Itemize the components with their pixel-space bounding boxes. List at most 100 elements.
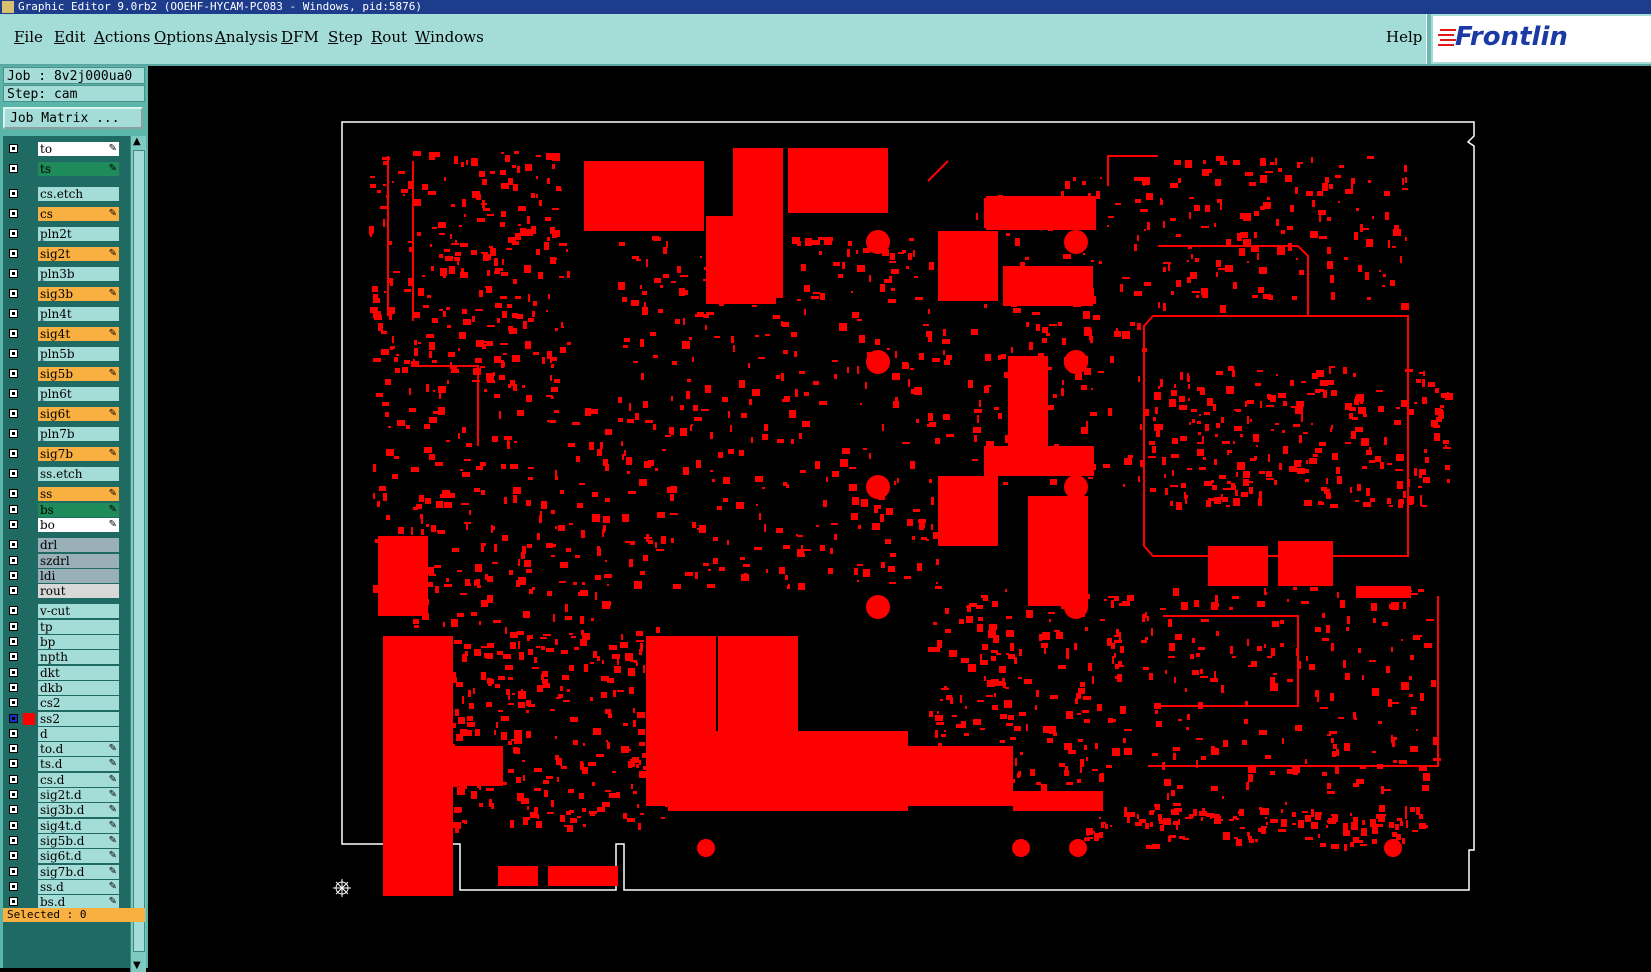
layer-checkbox[interactable] — [9, 652, 18, 662]
layer-row-bs[interactable]: bs ✎ — [3, 502, 130, 518]
layer-name[interactable]: cs2 — [38, 696, 119, 711]
layer-name[interactable]: bs.d ✎ — [38, 895, 119, 910]
layer-name[interactable]: ss.d ✎ — [38, 879, 119, 894]
layer-name[interactable]: cs.d ✎ — [38, 772, 119, 787]
layer-checkbox[interactable] — [9, 851, 18, 861]
layer-row-pln3b[interactable]: pln3b — [3, 267, 130, 282]
layer-name[interactable]: npth — [38, 650, 119, 665]
layer-checkbox[interactable] — [9, 429, 18, 438]
layer-row-sig4t-d[interactable]: sig4t.d ✎ — [3, 818, 130, 834]
layer-name[interactable]: sig4t.d ✎ — [38, 818, 119, 833]
layer-row-sig7b[interactable]: sig7b ✎ — [3, 447, 130, 462]
layer-name[interactable]: ts.d ✎ — [38, 757, 119, 772]
layer-name[interactable]: pln5b — [38, 347, 119, 361]
layer-row-dkb[interactable]: dkb — [3, 680, 130, 696]
layer-name[interactable]: sig7b ✎ — [38, 447, 119, 461]
layer-checkbox[interactable] — [9, 637, 18, 646]
layer-checkbox[interactable] — [9, 667, 18, 677]
pcb-board[interactable] — [148, 66, 1651, 968]
layer-row-pln2t[interactable]: pln2t — [3, 227, 130, 242]
layer-checkbox[interactable] — [9, 449, 18, 458]
layer-name[interactable]: sig5b ✎ — [38, 367, 119, 381]
layer-checkbox[interactable] — [9, 728, 18, 738]
layer-name[interactable]: sig4t ✎ — [38, 327, 119, 341]
layer-checkbox[interactable] — [9, 820, 18, 830]
layer-list-scrollbar[interactable]: ▲ ▼ — [130, 136, 146, 972]
layer-name[interactable]: drl — [38, 538, 119, 553]
layer-row-sig5b-d[interactable]: sig5b.d ✎ — [3, 833, 130, 849]
layer-checkbox[interactable] — [9, 249, 18, 258]
layer-name[interactable]: sig6t ✎ — [38, 407, 119, 421]
layer-name[interactable]: ts ✎ — [38, 162, 119, 176]
layer-row-sig5b[interactable]: sig5b ✎ — [3, 367, 130, 382]
layer-row-bp[interactable]: bp — [3, 635, 130, 650]
layer-name[interactable]: ss2 — [38, 711, 119, 726]
scroll-down-icon[interactable]: ▼ — [133, 961, 141, 971]
layer-name[interactable]: dkt — [38, 665, 119, 680]
menu-analysis[interactable]: Analysis — [215, 28, 278, 46]
layer-row-bo[interactable]: bo ✎ — [3, 517, 130, 533]
menu-windows[interactable]: Windows — [415, 28, 484, 46]
layer-row-dkt[interactable]: dkt — [3, 665, 130, 681]
layer-row-cs[interactable]: cs ✎ — [3, 207, 130, 222]
layer-checkbox[interactable] — [9, 606, 18, 616]
layer-row-ldi[interactable]: ldi — [3, 568, 130, 584]
layer-row-sig7b-d[interactable]: sig7b.d ✎ — [3, 864, 130, 880]
layer-name[interactable]: bp — [38, 635, 119, 649]
layer-name[interactable]: pln4t — [38, 307, 119, 321]
layer-row-sig4t[interactable]: sig4t ✎ — [3, 327, 130, 342]
layer-checkbox[interactable] — [9, 621, 18, 631]
layer-checkbox[interactable] — [9, 209, 18, 218]
layer-name[interactable]: bs ✎ — [38, 502, 119, 517]
layer-row-ss2[interactable]: ss2 — [3, 711, 130, 727]
layer-name[interactable]: bo ✎ — [38, 517, 119, 532]
layer-checkbox[interactable] — [9, 586, 18, 596]
layer-checkbox[interactable] — [9, 409, 18, 418]
layer-name[interactable]: pln3b — [38, 267, 119, 281]
layer-name[interactable]: pln7b — [38, 427, 119, 441]
layer-name[interactable]: ss ✎ — [38, 487, 119, 502]
layer-checkbox[interactable] — [9, 570, 18, 580]
layer-checkbox[interactable] — [9, 504, 18, 514]
layer-name[interactable]: v-cut — [38, 604, 119, 619]
layer-row-pln5b[interactable]: pln5b — [3, 347, 130, 362]
layer-checkbox[interactable] — [9, 805, 18, 815]
layer-row-to[interactable]: to ✎ — [3, 142, 130, 157]
layer-name[interactable]: sig6t.d ✎ — [38, 849, 119, 864]
layer-row-to-d[interactable]: to.d ✎ — [3, 742, 130, 757]
layer-checkbox[interactable] — [9, 519, 18, 529]
layer-checkbox[interactable] — [9, 189, 18, 198]
menu-dfm[interactable]: DFM — [281, 28, 319, 46]
layer-name[interactable]: szdrl — [38, 553, 119, 568]
layer-row-sig2t[interactable]: sig2t ✎ — [3, 247, 130, 262]
layer-row-v-cut[interactable]: v-cut — [3, 604, 130, 619]
layer-row-cs-etch[interactable]: cs.etch — [3, 187, 130, 202]
layer-checkbox[interactable] — [9, 698, 18, 708]
layer-checkbox[interactable] — [9, 164, 18, 173]
menu-actions[interactable]: Actions — [94, 28, 150, 46]
layer-checkbox[interactable] — [9, 309, 18, 318]
layer-checkbox[interactable] — [9, 269, 18, 278]
layer-row-szdrl[interactable]: szdrl — [3, 553, 130, 569]
layer-row-ss-d[interactable]: ss.d ✎ — [3, 879, 130, 895]
layer-name[interactable]: sig3b ✎ — [38, 287, 119, 301]
layer-checkbox[interactable] — [9, 774, 18, 784]
layer-row-pln6t[interactable]: pln6t — [3, 387, 130, 402]
layer-name[interactable]: sig5b.d ✎ — [38, 833, 119, 848]
layer-checkbox[interactable] — [9, 759, 18, 769]
layer-row-d[interactable]: d — [3, 726, 130, 742]
menu-options[interactable]: Options — [154, 28, 213, 46]
layer-checkbox[interactable] — [9, 555, 18, 565]
menu-rout[interactable]: Rout — [371, 28, 407, 46]
layer-row-pln4t[interactable]: pln4t — [3, 307, 130, 322]
scroll-up-icon[interactable]: ▲ — [133, 137, 141, 147]
menu-edit[interactable]: Edit — [54, 28, 85, 46]
layer-row-sig2t-d[interactable]: sig2t.d ✎ — [3, 788, 130, 803]
layer-name[interactable]: rout — [38, 584, 119, 599]
layer-row-cs2[interactable]: cs2 — [3, 696, 130, 711]
layer-checkbox[interactable] — [9, 389, 18, 398]
layer-name[interactable]: cs ✎ — [38, 207, 119, 221]
layer-checkbox[interactable] — [9, 369, 18, 378]
layer-name[interactable]: sig2t.d ✎ — [38, 788, 119, 802]
layer-row-drl[interactable]: drl — [3, 538, 130, 553]
